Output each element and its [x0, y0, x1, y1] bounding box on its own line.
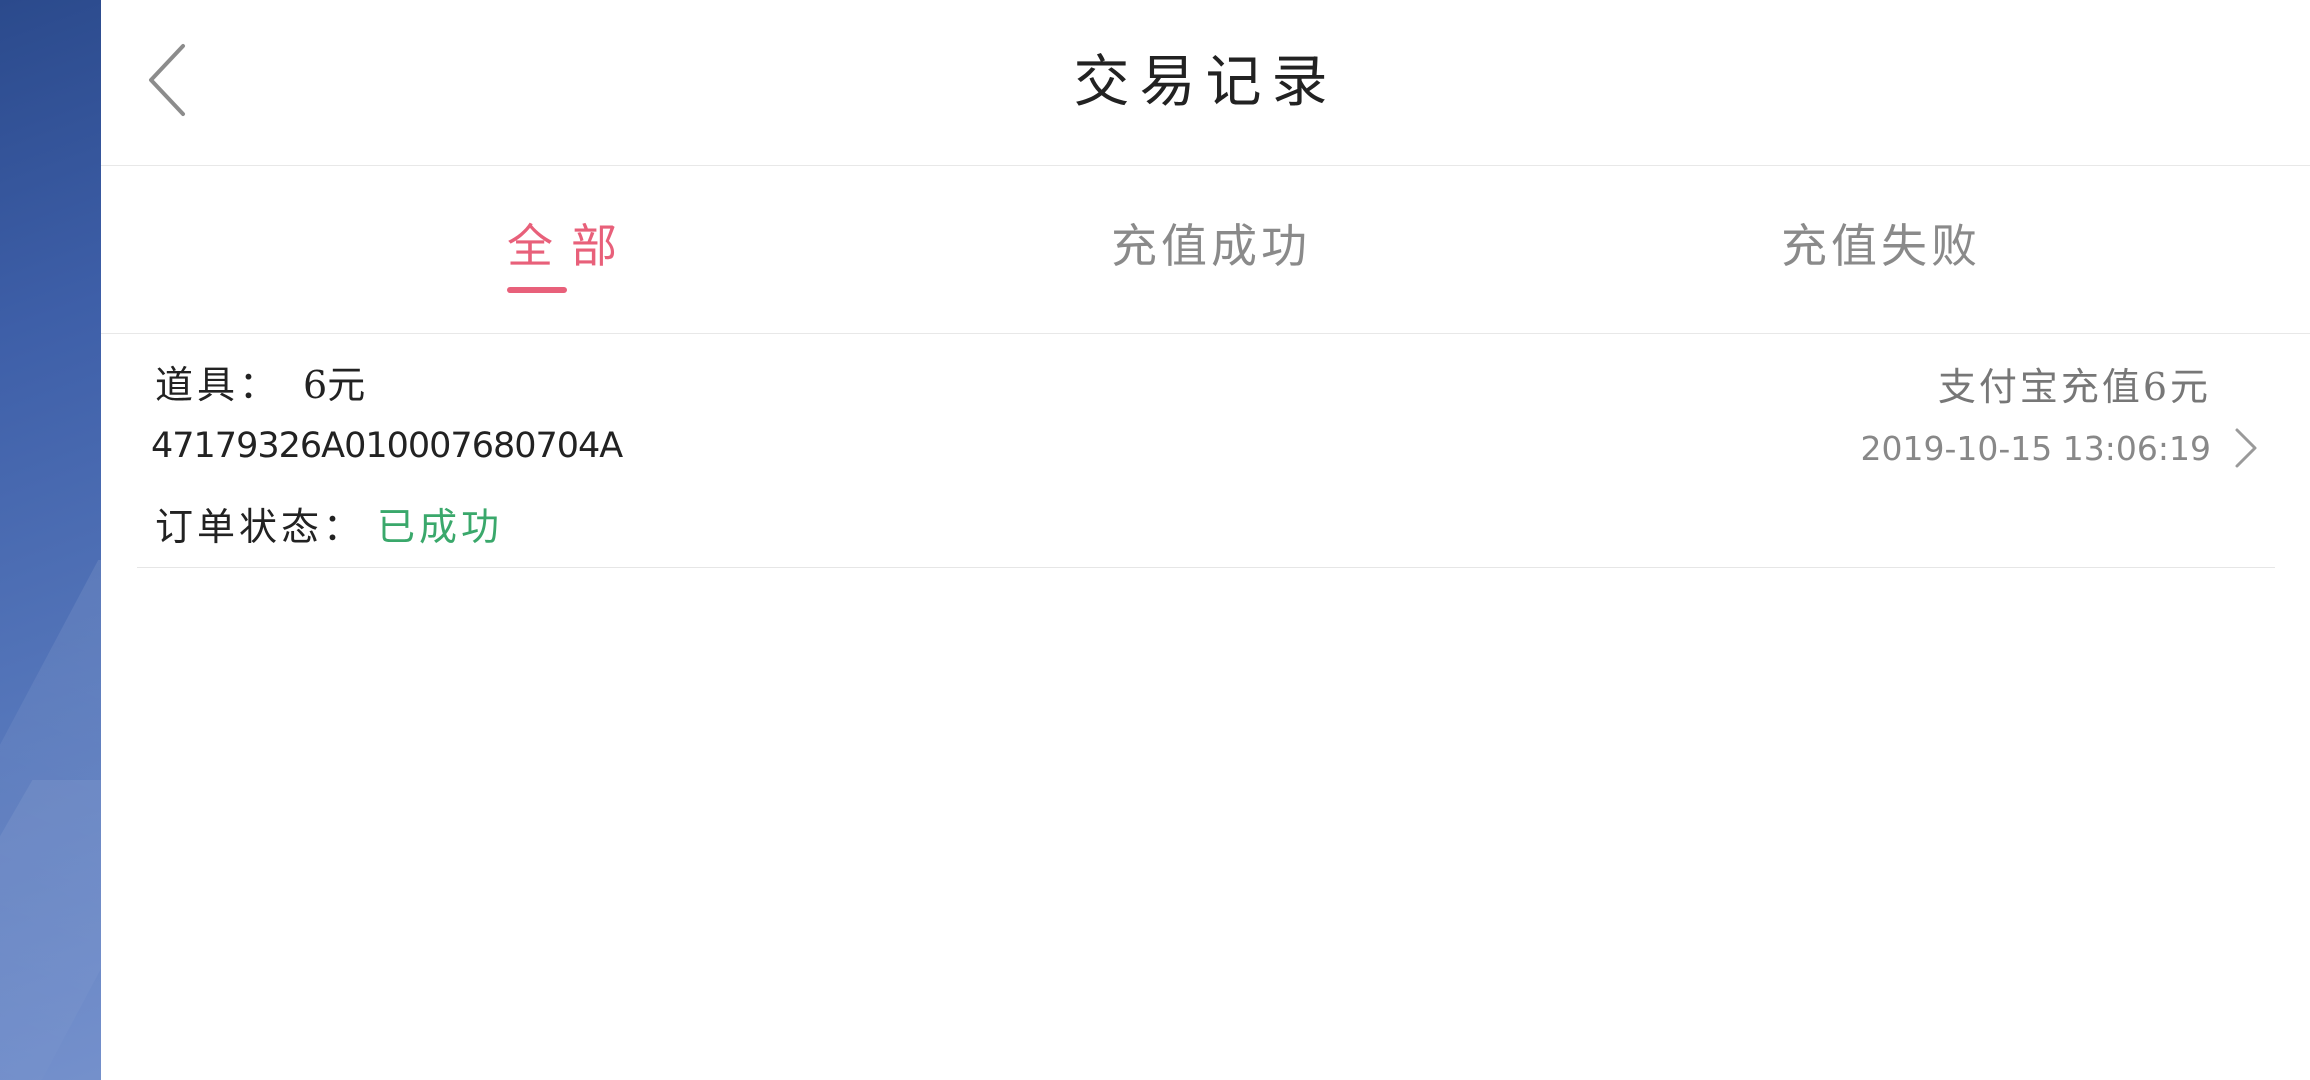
- back-button[interactable]: [143, 40, 193, 120]
- tab-bar: 全部 充值成功 充值失败: [101, 166, 2310, 334]
- background-streak: [0, 780, 101, 1080]
- record-order-number: 47179326A010007680704A: [151, 426, 623, 466]
- record-status-label: 订单状态：: [155, 505, 366, 549]
- record-status: 订单状态： 已成功: [155, 496, 503, 551]
- record-item: 道具： 6元: [155, 354, 365, 409]
- page-title: 交易记录: [1073, 50, 1338, 115]
- record-item-label: 道具：: [155, 363, 282, 407]
- chevron-left-icon: [149, 44, 185, 116]
- transaction-panel: 交易记录 全部 充值成功 充值失败 道具： 6元 47179326A0100076…: [101, 0, 2310, 1080]
- chevron-right-icon: [2235, 428, 2257, 468]
- record-status-value: 已成功: [377, 505, 504, 549]
- active-tab-indicator: [507, 287, 567, 293]
- tab-all[interactable]: 全部: [441, 166, 701, 333]
- transaction-record[interactable]: 道具： 6元 47179326A010007680704A 订单状态： 已成功 支付…: [137, 334, 2275, 568]
- tab-recharge-success[interactable]: 充值成功: [1061, 166, 1361, 333]
- record-time: 2019-10-15 13:06:19: [1860, 429, 2211, 468]
- header-bar: 交易记录: [101, 0, 2310, 166]
- record-item-value: 6元: [303, 363, 366, 407]
- tab-recharge-failed[interactable]: 充值失败: [1731, 166, 2031, 333]
- background-strip: [0, 0, 101, 1080]
- screen: 交易记录 全部 充值成功 充值失败 道具： 6元 47179326A0100076…: [0, 0, 2310, 1080]
- record-description: 支付宝充值6元: [1937, 365, 2211, 409]
